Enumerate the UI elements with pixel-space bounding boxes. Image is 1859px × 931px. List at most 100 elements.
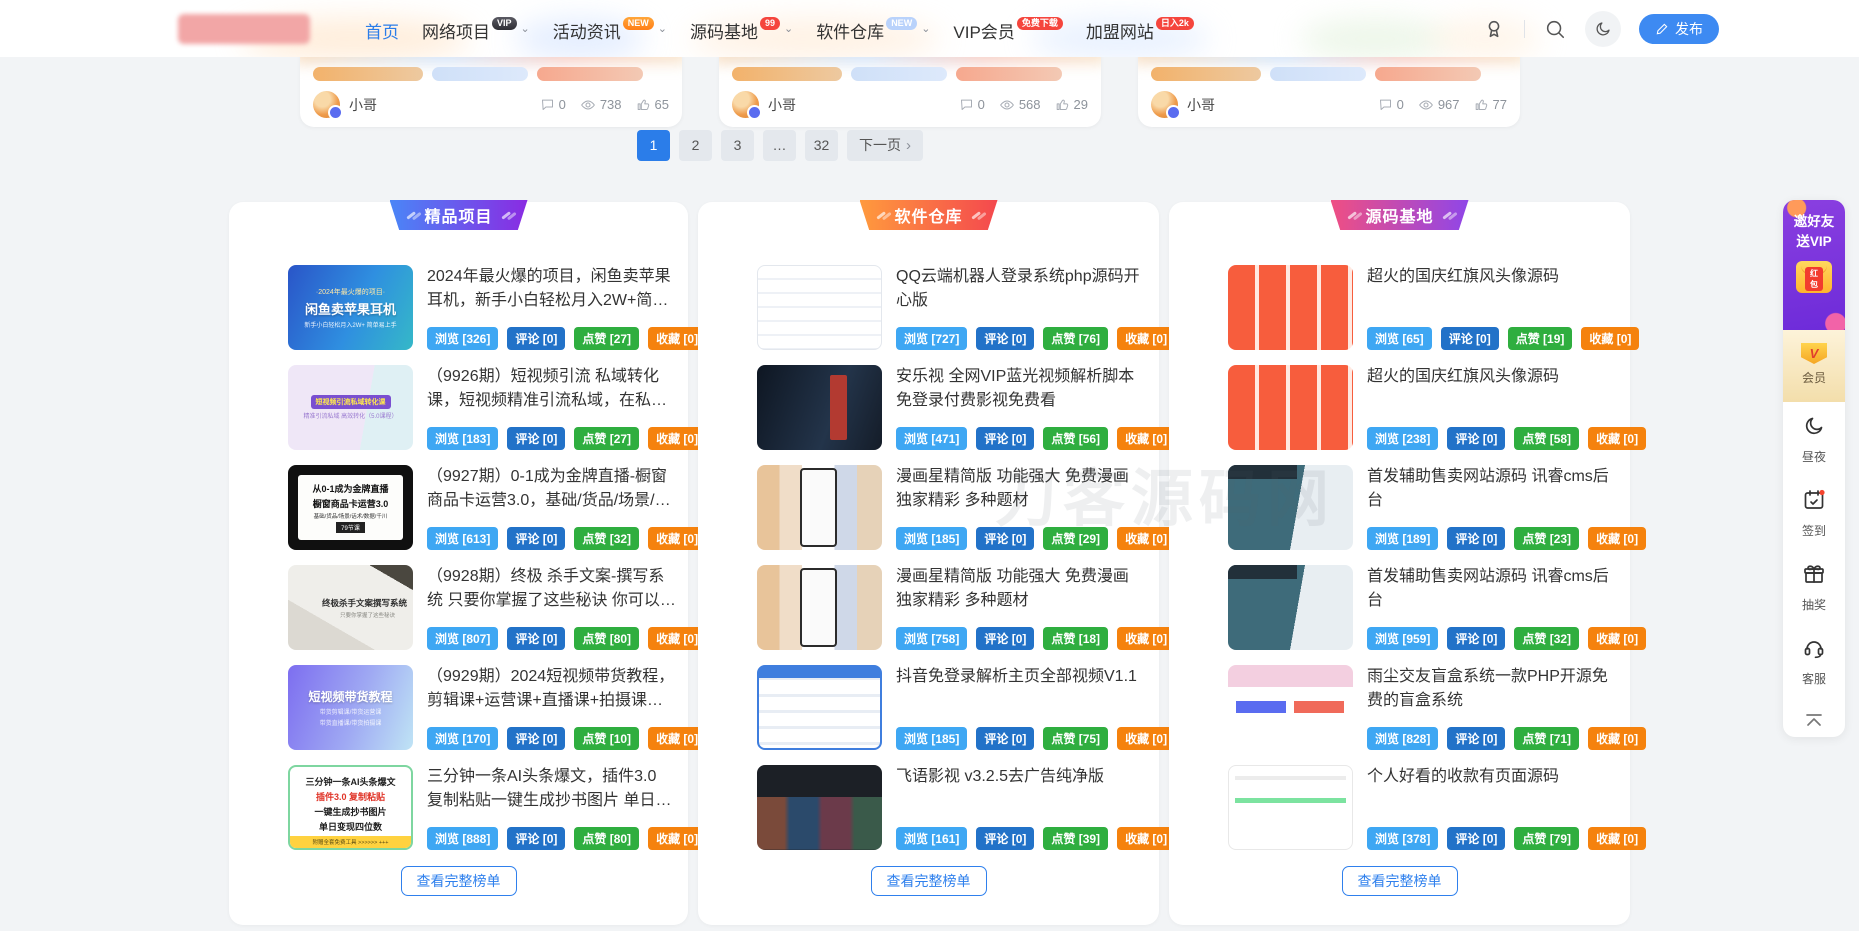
item-thumbnail[interactable] (757, 465, 882, 550)
item-thumbnail[interactable]: 终极杀手文案撰写系统只要你掌握了这些秘诀 (288, 565, 413, 650)
view-count: 738 (580, 97, 622, 113)
nav-item[interactable]: 网络项目 VIP ⌄ (422, 14, 530, 43)
list-item[interactable]: 漫画星精简版 功能强大 免费漫画 独家精彩 多种题材 浏览 [758] 评论 [… (757, 565, 1147, 650)
item-title[interactable]: 2024年最火爆的项目，闲鱼卖苹果耳机，新手小白轻松月入2W+简单易上手 (427, 265, 676, 313)
item-thumbnail[interactable] (1228, 365, 1353, 450)
nav-item[interactable]: 源码基地 99 ⌄ (690, 14, 793, 43)
item-title[interactable]: 漫画星精简版 功能强大 免费漫画 独家精彩 多种题材 (896, 565, 1147, 613)
list-item[interactable]: 超火的国庆红旗风头像源码 浏览 [65] 评论 [0] 点赞 [19] 收藏 [… (1228, 265, 1618, 350)
item-title[interactable]: 漫画星精简版 功能强大 免费漫画 独家精彩 多种题材 (896, 465, 1147, 513)
item-title[interactable]: （9928期）终极 杀手文案-撰写系统 只要你掌握了这些秘诀 你可以在沙漠里… (427, 565, 676, 613)
item-title[interactable]: QQ云端机器人登录系统php源码开心版 (896, 265, 1147, 313)
item-thumbnail[interactable] (1228, 565, 1353, 650)
nav-item[interactable]: VIP会员 免费下载 (953, 14, 1062, 43)
customer-service-button[interactable]: 客服 (1783, 624, 1845, 698)
day-night-toggle[interactable]: 昼夜 (1783, 402, 1845, 476)
post-stats: 0 967 77 (1378, 97, 1507, 113)
item-title[interactable]: 雨尘交友盲盒系统一款PHP开源免费的盲盒系统 (1367, 665, 1618, 713)
avatar[interactable] (313, 91, 340, 118)
item-title[interactable]: 首发辅助售卖网站源码 讯睿cms后台 (1367, 465, 1618, 513)
item-title[interactable]: 抖音免登录解析主页全部视频V1.1 (896, 665, 1147, 689)
list-item[interactable]: 三分钟一条AI头条爆文插件3.0 复制粘贴一键生成抄书图片单日变现四位数附赠全套… (288, 765, 676, 850)
dark-mode-toggle-icon[interactable] (1585, 11, 1621, 47)
list-item[interactable]: QQ云端机器人登录系统php源码开心版 浏览 [727] 评论 [0] 点赞 [… (757, 265, 1147, 350)
invite-friends-banner[interactable]: 邀好友 送VIP 红包 (1783, 200, 1845, 330)
likes-badge: 点赞 [79] (1514, 827, 1579, 850)
page-button[interactable]: 32 (805, 130, 838, 161)
site-logo[interactable] (178, 14, 310, 44)
nav-item[interactable]: 首页 (365, 14, 399, 43)
list-item[interactable]: 首发辅助售卖网站源码 讯睿cms后台 浏览 [959] 评论 [0] 点赞 [3… (1228, 565, 1618, 650)
item-thumbnail[interactable] (757, 565, 882, 650)
view-full-ranking-button[interactable]: 查看完整榜单 (871, 866, 987, 896)
view-full-ranking-button[interactable]: 查看完整榜单 (401, 866, 517, 896)
author-name[interactable]: 小哥 (768, 95, 796, 115)
list-item[interactable]: 漫画星精简版 功能强大 免费漫画 独家精彩 多种题材 浏览 [185] 评论 [… (757, 465, 1147, 550)
lottery-button[interactable]: 抽奖 (1783, 550, 1845, 624)
search-icon[interactable] (1543, 17, 1567, 41)
item-title[interactable]: （9927期）0-1成为金牌直播-橱窗商品卡运营3.0，基础/货品/场景/话术/… (427, 465, 676, 513)
item-thumbnail[interactable]: ·2024年最火爆的项目·闲鱼卖苹果耳机新手小白轻松月入2W+ 简单易上手 (288, 265, 413, 350)
pagination: 123 … 32 下一页 › (637, 130, 923, 161)
author-name[interactable]: 小哥 (1187, 95, 1215, 115)
item-badges: 浏览 [65] 评论 [0] 点赞 [19] 收藏 [0] (1367, 327, 1618, 350)
back-to-top-button[interactable]: TOP (1783, 698, 1845, 737)
item-title[interactable]: （9929期）2024短视频带货教程，剪辑课+运营课+直播课+拍摄课（全套高清… (427, 665, 676, 713)
list-item[interactable]: 雨尘交友盲盒系统一款PHP开源免费的盲盒系统 浏览 [828] 评论 [0] 点… (1228, 665, 1618, 750)
item-thumbnail[interactable] (1228, 465, 1353, 550)
item-thumbnail[interactable] (1228, 665, 1353, 750)
avatar[interactable] (1151, 91, 1178, 118)
check-in-button[interactable]: 签到 (1783, 476, 1845, 550)
list-item[interactable]: 首发辅助售卖网站源码 讯睿cms后台 浏览 [189] 评论 [0] 点赞 [2… (1228, 465, 1618, 550)
next-page-button[interactable]: 下一页 › (847, 130, 923, 161)
nav-item[interactable]: 活动资讯 NEW ⌄ (553, 14, 667, 43)
like-count[interactable]: 77 (1474, 97, 1507, 112)
list-item[interactable]: 终极杀手文案撰写系统只要你掌握了这些秘诀 （9928期）终极 杀手文案-撰写系统… (288, 565, 676, 650)
list-item[interactable]: 抖音免登录解析主页全部视频V1.1 浏览 [185] 评论 [0] 点赞 [75… (757, 665, 1147, 750)
item-thumbnail[interactable]: 三分钟一条AI头条爆文插件3.0 复制粘贴一键生成抄书图片单日变现四位数附赠全套… (288, 765, 413, 850)
list-item[interactable]: 短视频引流私域转化课精准引流私域 高效转化（5.0课程） （9926期）短视频引… (288, 365, 676, 450)
item-title[interactable]: 飞语影视 v3.2.5去广告纯净版 (896, 765, 1147, 789)
item-thumbnail[interactable] (757, 665, 882, 750)
list-item[interactable]: 超火的国庆红旗风头像源码 浏览 [238] 评论 [0] 点赞 [58] 收藏 … (1228, 365, 1618, 450)
item-title[interactable]: 超火的国庆红旗风头像源码 (1367, 265, 1618, 289)
list-item[interactable]: 个人好看的收款有页面源码 浏览 [378] 评论 [0] 点赞 [79] 收藏 … (1228, 765, 1618, 850)
item-thumbnail[interactable] (1228, 265, 1353, 350)
item-title[interactable]: 三分钟一条AI头条爆文，插件3.0 复制粘贴一键生成抄书图片 单日变现四位数 (427, 765, 676, 813)
page-button[interactable]: 3 (721, 130, 754, 161)
list-item[interactable]: 飞语影视 v3.2.5去广告纯净版 浏览 [161] 评论 [0] 点赞 [39… (757, 765, 1147, 850)
list-item[interactable]: 短视频带货教程带货剪辑课/带货运营课带货直播课/带货拍摄课 （9929期）202… (288, 665, 676, 750)
item-badges: 浏览 [170] 评论 [0] 点赞 [10] 收藏 [0] (427, 727, 676, 750)
avatar[interactable] (732, 91, 759, 118)
page-button[interactable]: … (763, 130, 796, 161)
list-item[interactable]: ·2024年最火爆的项目·闲鱼卖苹果耳机新手小白轻松月入2W+ 简单易上手 20… (288, 265, 676, 350)
item-thumbnail[interactable] (1228, 765, 1353, 850)
like-count[interactable]: 29 (1055, 97, 1088, 112)
item-title[interactable]: （9926期）短视频引流 私域转化课，短视频精准引流私域，在私域高效转化… (427, 365, 676, 413)
item-thumbnail[interactable] (757, 265, 882, 350)
medal-icon[interactable] (1482, 17, 1506, 41)
item-thumbnail[interactable]: 短视频引流私域转化课精准引流私域 高效转化（5.0课程） (288, 365, 413, 450)
view-full-ranking-button[interactable]: 查看完整榜单 (1342, 866, 1458, 896)
nav-item[interactable]: 加盟网站 日入2k (1086, 14, 1194, 43)
publish-button[interactable]: 发布 (1639, 14, 1719, 44)
list-item[interactable]: 从0-1成为金牌直播橱窗商品卡运营3.0基础/货品/场景/话术/数据/千川79节… (288, 465, 676, 550)
page-button[interactable]: 2 (679, 130, 712, 161)
like-count[interactable]: 65 (636, 97, 669, 112)
item-title[interactable]: 首发辅助售卖网站源码 讯睿cms后台 (1367, 565, 1618, 613)
item-thumbnail[interactable] (757, 365, 882, 450)
item-title[interactable]: 安乐视 全网VIP蓝光视频解析脚本 免登录付费影视免费看 (896, 365, 1147, 413)
item-text: 首发辅助售卖网站源码 讯睿cms后台 浏览 [189] 评论 [0] 点赞 [2… (1367, 465, 1618, 550)
list-item[interactable]: 安乐视 全网VIP蓝光视频解析脚本 免登录付费影视免费看 浏览 [471] 评论… (757, 365, 1147, 450)
thumbnail-text-line: 终极杀手文案撰写系统 (288, 597, 413, 609)
item-thumbnail[interactable] (757, 765, 882, 850)
item-title[interactable]: 超火的国庆红旗风头像源码 (1367, 365, 1618, 389)
nav-item[interactable]: 软件仓库 NEW ⌄ (816, 14, 930, 43)
page-button[interactable]: 1 (637, 130, 670, 161)
view-count: 568 (999, 97, 1041, 113)
item-thumbnail[interactable]: 短视频带货教程带货剪辑课/带货运营课带货直播课/带货拍摄课 (288, 665, 413, 750)
item-thumbnail[interactable]: 从0-1成为金牌直播橱窗商品卡运营3.0基础/货品/场景/话术/数据/千川79节… (288, 465, 413, 550)
author-name[interactable]: 小哥 (349, 95, 377, 115)
vip-member-shortcut[interactable]: V 会员 (1783, 330, 1845, 402)
item-title[interactable]: 个人好看的收款有页面源码 (1367, 765, 1618, 789)
